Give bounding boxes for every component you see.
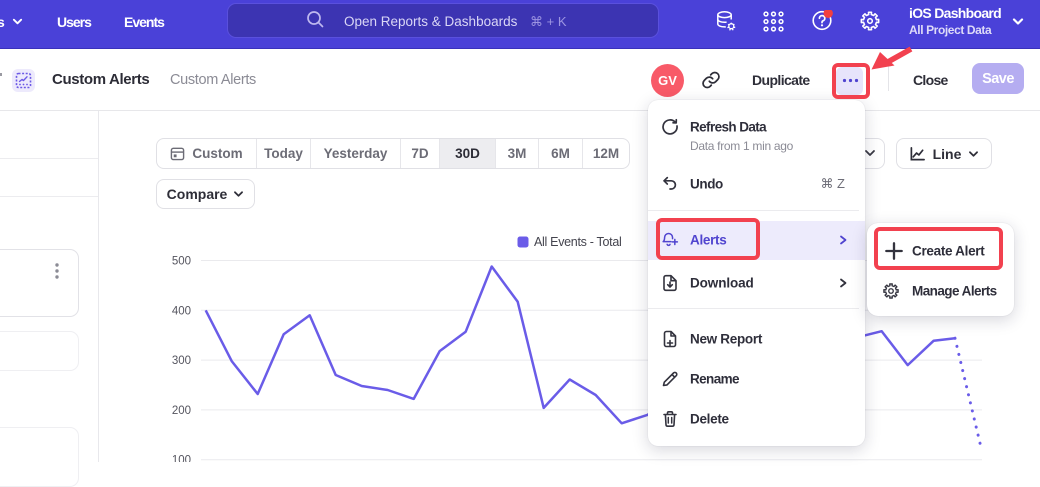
svg-text:200: 200 bbox=[172, 405, 191, 417]
svg-text:300: 300 bbox=[172, 355, 191, 367]
svg-text:100: 100 bbox=[172, 455, 191, 462]
svg-text:400: 400 bbox=[172, 305, 191, 317]
svg-text:500: 500 bbox=[172, 256, 191, 268]
svg-text:All Events - Total: All Events - Total bbox=[534, 235, 621, 249]
